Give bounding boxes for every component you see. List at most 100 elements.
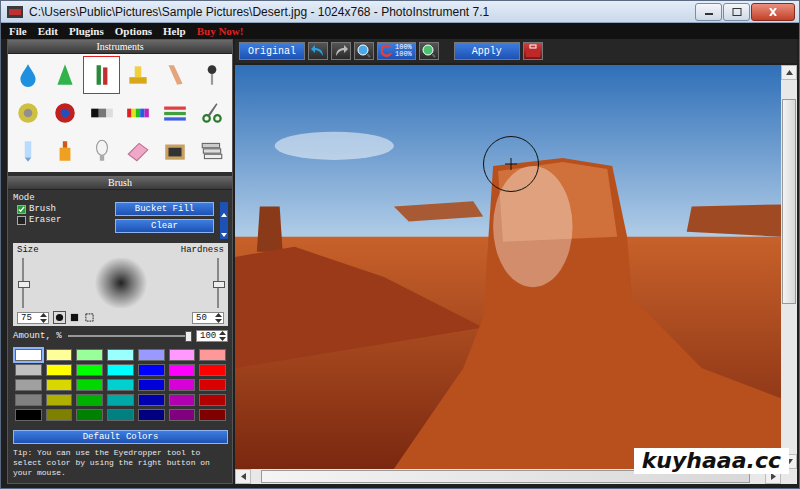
instrument-button[interactable] — [193, 94, 230, 132]
instrument-button[interactable] — [83, 94, 120, 132]
zoom-out-button[interactable] — [354, 42, 374, 60]
photo[interactable] — [235, 65, 781, 469]
instrument-button[interactable] — [10, 56, 47, 94]
color-swatch[interactable] — [169, 349, 196, 361]
color-swatch[interactable] — [199, 364, 226, 376]
color-swatch[interactable] — [169, 409, 196, 421]
checkbox[interactable] — [17, 216, 26, 225]
instrument-button[interactable] — [193, 56, 230, 94]
instrument-button[interactable] — [120, 132, 157, 170]
color-swatch[interactable] — [169, 379, 196, 391]
amount-field[interactable]: 100 — [196, 330, 228, 342]
color-swatch[interactable] — [15, 349, 42, 361]
color-swatch[interactable] — [46, 379, 73, 391]
instrument-button[interactable] — [83, 132, 120, 170]
undo-button[interactable] — [308, 42, 328, 60]
canvas-row — [235, 65, 797, 469]
color-swatch[interactable] — [76, 349, 103, 361]
slider-thumb[interactable] — [185, 331, 192, 342]
color-swatch[interactable] — [199, 409, 226, 421]
amount-slider[interactable] — [68, 331, 190, 341]
color-swatch[interactable] — [138, 379, 165, 391]
instrument-button[interactable] — [47, 56, 84, 94]
color-swatch[interactable] — [76, 394, 103, 406]
color-swatch[interactable] — [169, 364, 196, 376]
instrument-button[interactable] — [47, 94, 84, 132]
original-button[interactable]: Original — [239, 42, 305, 60]
slider-thumb[interactable] — [213, 281, 225, 288]
color-swatch[interactable] — [138, 394, 165, 406]
color-swatch[interactable] — [107, 394, 134, 406]
brush-panel: ModeBrushEraserBucket FillClearSizeHardn… — [8, 190, 232, 483]
color-swatch[interactable] — [15, 394, 42, 406]
minimize-button[interactable] — [695, 3, 722, 21]
brush-shape-button[interactable] — [68, 311, 81, 324]
vertical-scrollbar[interactable] — [781, 65, 797, 469]
scroll-thumb[interactable] — [782, 99, 796, 305]
instrument-button[interactable] — [157, 56, 194, 94]
color-swatch[interactable] — [107, 409, 134, 421]
instrument-button[interactable] — [10, 94, 47, 132]
color-swatch[interactable] — [107, 379, 134, 391]
color-swatch[interactable] — [15, 379, 42, 391]
color-swatch[interactable] — [169, 394, 196, 406]
zoom-in-button[interactable] — [419, 42, 439, 60]
mode-option[interactable]: Brush — [13, 204, 109, 214]
list-spinner[interactable] — [220, 202, 228, 239]
size-field[interactable]: 75 — [17, 312, 49, 324]
size-labels: SizeHardness — [17, 245, 224, 255]
brush-shape-button[interactable] — [53, 311, 66, 324]
scroll-up-button[interactable] — [781, 65, 797, 80]
color-swatch[interactable] — [138, 364, 165, 376]
hardness-slider[interactable] — [212, 258, 224, 308]
action-button[interactable]: Clear — [115, 219, 214, 233]
apply-button[interactable]: Apply — [454, 42, 520, 60]
checkbox[interactable] — [17, 205, 26, 214]
color-swatch[interactable] — [46, 364, 73, 376]
color-swatch[interactable] — [46, 394, 73, 406]
instrument-button[interactable] — [83, 56, 120, 94]
mode-option[interactable]: Eraser — [13, 215, 109, 225]
menu-item[interactable]: Edit — [38, 25, 58, 37]
action-button[interactable]: Bucket Fill — [115, 202, 214, 216]
color-swatch[interactable] — [46, 409, 73, 421]
instrument-button[interactable] — [120, 94, 157, 132]
default-colors-button[interactable]: Default Colors — [13, 430, 228, 444]
gradient-icon — [89, 100, 115, 126]
amount-label: Amount, % — [13, 331, 62, 341]
color-swatch[interactable] — [46, 349, 73, 361]
menu-item[interactable]: Buy Now! — [197, 25, 244, 37]
menu-item[interactable]: Help — [163, 25, 186, 37]
slider-thumb[interactable] — [18, 281, 30, 288]
scroll-left-button[interactable] — [235, 469, 251, 484]
maximize-button[interactable] — [723, 3, 750, 21]
color-swatch[interactable] — [76, 409, 103, 421]
size-slider[interactable] — [17, 258, 29, 308]
color-swatch[interactable] — [138, 349, 165, 361]
color-swatch[interactable] — [76, 364, 103, 376]
menu-item[interactable]: File — [9, 25, 27, 37]
color-swatch[interactable] — [76, 379, 103, 391]
instrument-button[interactable] — [157, 132, 194, 170]
redo-button[interactable] — [331, 42, 351, 60]
save-button[interactable] — [523, 42, 543, 60]
color-swatch[interactable] — [107, 349, 134, 361]
color-swatch[interactable] — [199, 394, 226, 406]
color-swatch[interactable] — [199, 349, 226, 361]
menu-item[interactable]: Options — [115, 25, 152, 37]
zoom-button[interactable]: 100%100% — [377, 42, 416, 60]
instrument-button[interactable] — [120, 56, 157, 94]
menu-item[interactable]: Plugins — [69, 25, 104, 37]
close-button[interactable] — [751, 3, 795, 21]
color-swatch[interactable] — [199, 379, 226, 391]
color-swatch[interactable] — [15, 409, 42, 421]
color-swatch[interactable] — [107, 364, 134, 376]
instrument-button[interactable] — [10, 132, 47, 170]
color-swatch[interactable] — [138, 409, 165, 421]
instrument-button[interactable] — [193, 132, 230, 170]
color-swatch[interactable] — [15, 364, 42, 376]
instrument-button[interactable] — [47, 132, 84, 170]
instrument-button[interactable] — [157, 94, 194, 132]
hardness-field[interactable]: 50 — [192, 312, 224, 324]
brush-shape-button[interactable] — [83, 311, 96, 324]
